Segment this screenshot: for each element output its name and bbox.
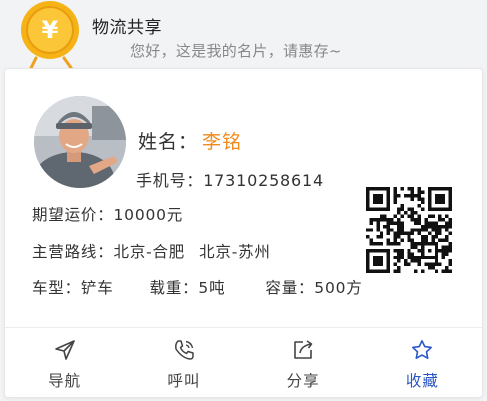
- star-icon: [412, 340, 433, 359]
- share-icon: [294, 340, 313, 359]
- name-row: 姓名： 李铭: [138, 127, 242, 154]
- route-item: 北京-合肥: [113, 243, 186, 261]
- phone-number: 手机号：17310258614: [136, 171, 324, 190]
- action-bar: 导航 呼叫 分享 收藏: [5, 328, 482, 396]
- phone-icon: [174, 340, 194, 360]
- navigate-label: 导航: [48, 372, 82, 390]
- name-value: 李铭: [202, 131, 243, 153]
- svg-text:¥: ¥: [42, 16, 59, 44]
- name-label: 姓名：: [138, 131, 199, 153]
- route-label: 主营路线：: [32, 243, 114, 261]
- favorite-label: 收藏: [405, 372, 439, 390]
- app-title: 物流共享: [92, 18, 162, 38]
- call-button[interactable]: 呼叫: [124, 328, 243, 396]
- qr-code: [366, 187, 452, 273]
- share-button[interactable]: 分享: [244, 328, 363, 396]
- load-weight: 载重：5吨: [149, 279, 226, 297]
- capacity: 容量：500方: [265, 279, 363, 297]
- navigate-button[interactable]: 导航: [5, 328, 124, 396]
- avatar: [34, 96, 126, 188]
- vehicle-type: 车型：铲车: [32, 279, 114, 297]
- favorite-button[interactable]: 收藏: [363, 328, 482, 396]
- call-label: 呼叫: [167, 372, 201, 390]
- business-card: 姓名： 李铭 手机号：17310258614 期望运价：10000元 主营路线：北…: [4, 68, 483, 398]
- main-routes: 主营路线：北京-合肥 北京-苏州: [32, 240, 271, 262]
- greeting-text: 您好，这是我的名片，请惠存~: [130, 42, 342, 60]
- send-icon: [54, 340, 75, 360]
- share-label: 分享: [286, 372, 320, 390]
- vehicle-info: 车型：铲车 载重：5吨 容量：500方: [32, 276, 363, 298]
- expected-freight: 期望运价：10000元: [32, 206, 184, 224]
- driver-photo: [34, 96, 126, 188]
- route-item: 北京-苏州: [199, 243, 271, 261]
